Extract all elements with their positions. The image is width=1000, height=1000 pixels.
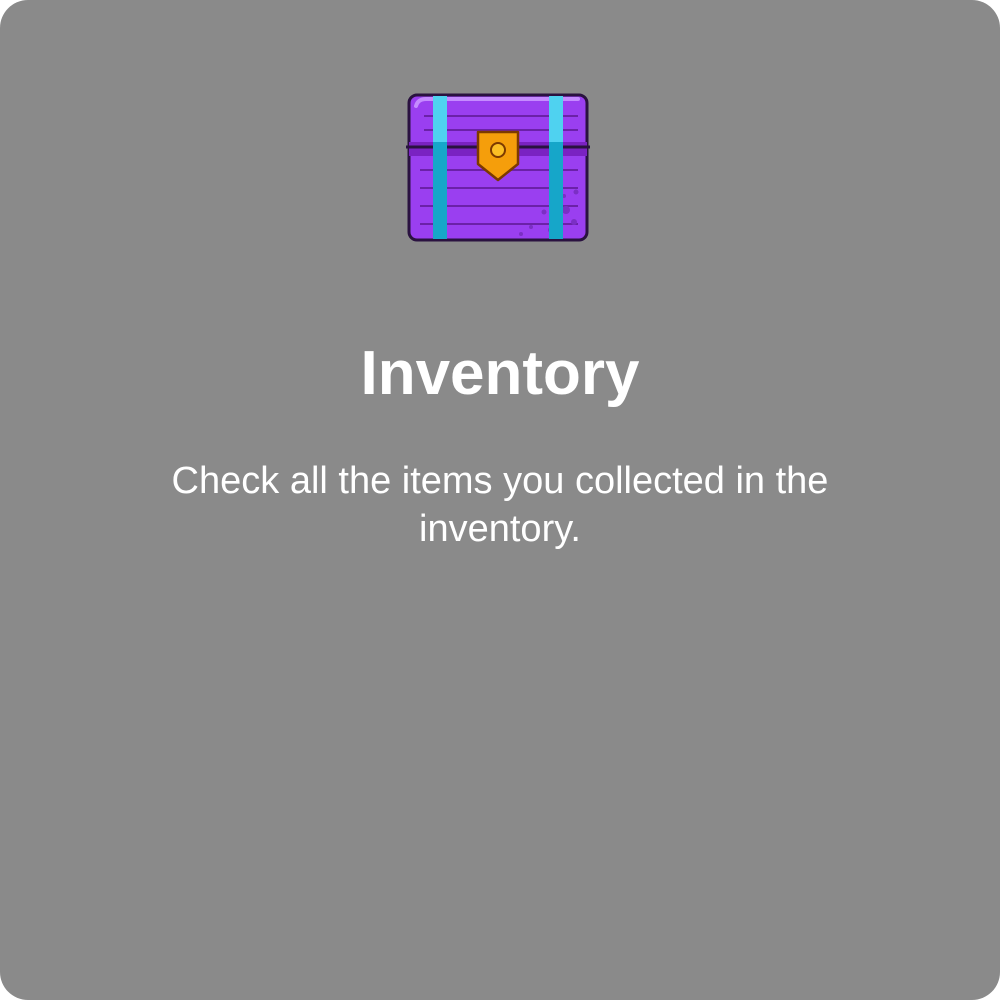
description-text: Check all the items you collected in the… (171, 460, 829, 550)
treasure-chest-icon (406, 93, 590, 242)
inventory-card: Inventory Check all the items you collec… (0, 0, 1000, 1000)
page-title: Inventory (360, 339, 640, 408)
